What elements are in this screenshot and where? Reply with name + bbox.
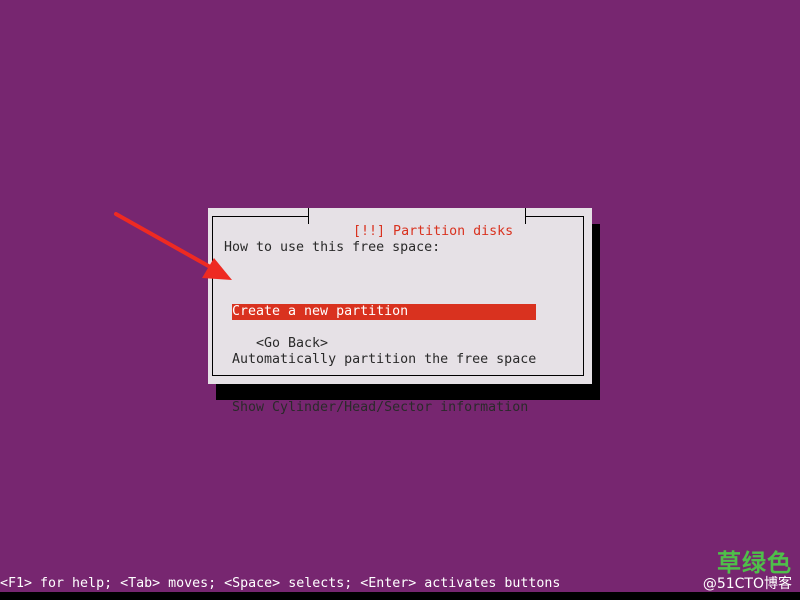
dialog-title: [!!] Partition disks — [308, 208, 527, 239]
red-arrow-icon — [114, 212, 232, 280]
status-bar: <F1> for help; <Tab> moves; <Space> sele… — [0, 576, 561, 591]
go-back-button[interactable]: <Go Back> — [256, 336, 328, 352]
watermark: 草绿色 @51CTO博客 — [703, 550, 792, 592]
partition-options-menu: Create a new partition Automatically par… — [232, 272, 536, 448]
option-create-new-partition[interactable]: Create a new partition — [232, 304, 536, 320]
status-bar-bottom — [0, 592, 800, 600]
partition-dialog: [!!] Partition disks How to use this fre… — [208, 208, 592, 415]
option-auto-partition[interactable]: Automatically partition the free space — [232, 352, 536, 368]
watermark-sub: @51CTO博客 — [702, 576, 792, 592]
option-show-chs-info[interactable]: Show Cylinder/Head/Sector information — [232, 400, 536, 416]
dialog-title-text: [!!] Partition disks — [353, 224, 514, 239]
dialog-prompt: How to use this free space: — [224, 240, 441, 255]
watermark-main: 草绿色 — [717, 549, 792, 577]
